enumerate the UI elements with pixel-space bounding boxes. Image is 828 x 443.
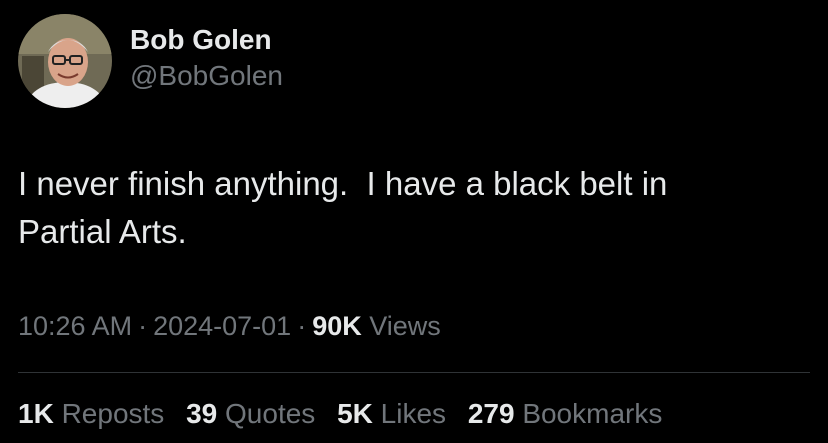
likes-count: 5K bbox=[337, 398, 373, 429]
tweet-timestamp-link[interactable]: 10:26 AM · 2024-07-01 bbox=[18, 311, 291, 341]
tweet-meta: 10:26 AM · 2024-07-01 · 90K Views bbox=[18, 308, 441, 344]
profile-photo-icon bbox=[18, 14, 112, 108]
reposts-label: Reposts bbox=[61, 398, 165, 429]
reposts-stat[interactable]: 1K Reposts bbox=[18, 396, 164, 432]
reposts-count: 1K bbox=[18, 398, 54, 429]
bookmarks-label: Bookmarks bbox=[522, 398, 663, 429]
views-label: Views bbox=[369, 311, 441, 341]
quotes-count: 39 bbox=[186, 398, 218, 429]
views-count: 90K bbox=[312, 311, 362, 341]
tweet-text-line: Partial Arts. bbox=[18, 213, 187, 250]
tweet-time: 10:26 AM bbox=[18, 311, 133, 341]
display-name[interactable]: Bob Golen bbox=[130, 22, 283, 58]
meta-separator: · bbox=[138, 311, 148, 341]
tweet-text-line: I never finish anything. I have a black … bbox=[18, 165, 668, 202]
user-handle[interactable]: @BobGolen bbox=[130, 58, 283, 94]
tweet-date: 2024-07-01 bbox=[153, 311, 292, 341]
likes-label: Likes bbox=[380, 398, 447, 429]
quotes-stat[interactable]: 39 Quotes bbox=[186, 396, 315, 432]
likes-stat[interactable]: 5K Likes bbox=[337, 396, 446, 432]
author-info: Bob Golen @BobGolen bbox=[130, 22, 283, 94]
divider bbox=[18, 372, 810, 373]
engagement-stats: 1K Reposts 39 Quotes 5K Likes 279 Bookma… bbox=[18, 396, 676, 432]
tweet-text: I never finish anything. I have a black … bbox=[18, 160, 808, 256]
quotes-label: Quotes bbox=[225, 398, 316, 429]
bookmarks-stat[interactable]: 279 Bookmarks bbox=[468, 396, 663, 432]
views-link[interactable]: 90K Views bbox=[312, 311, 441, 341]
meta-separator: · bbox=[297, 311, 307, 341]
avatar[interactable] bbox=[18, 14, 112, 108]
bookmarks-count: 279 bbox=[467, 398, 515, 429]
